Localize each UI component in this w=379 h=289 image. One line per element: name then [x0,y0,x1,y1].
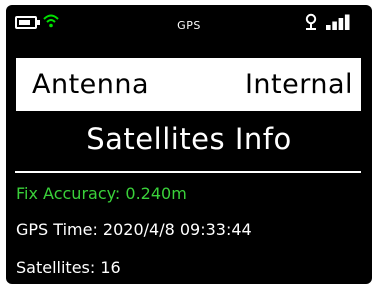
status-title: GPS [177,19,201,32]
device-screen: GPS Antenna Internal Satellites Info Fix… [6,5,372,284]
status-bar: GPS [6,5,372,51]
signal-strength-icon [326,14,350,30]
satellites-count-text: Satellites: 16 [16,258,121,277]
antenna-label: Antenna [32,69,150,100]
antenna-row[interactable]: Antenna Internal [16,58,361,111]
divider [15,171,361,173]
signal-bar [332,21,337,30]
signal-bar [344,14,350,30]
location-pin-icon [305,13,317,30]
signal-bar [326,25,331,30]
fix-accuracy-text: Fix Accuracy: 0.240m [16,184,187,203]
antenna-value: Internal [244,69,353,100]
gps-time-text: GPS Time: 2020/4/8 09:33:44 [16,220,252,239]
signal-bar [338,18,344,30]
section-title: Satellites Info [86,122,292,156]
